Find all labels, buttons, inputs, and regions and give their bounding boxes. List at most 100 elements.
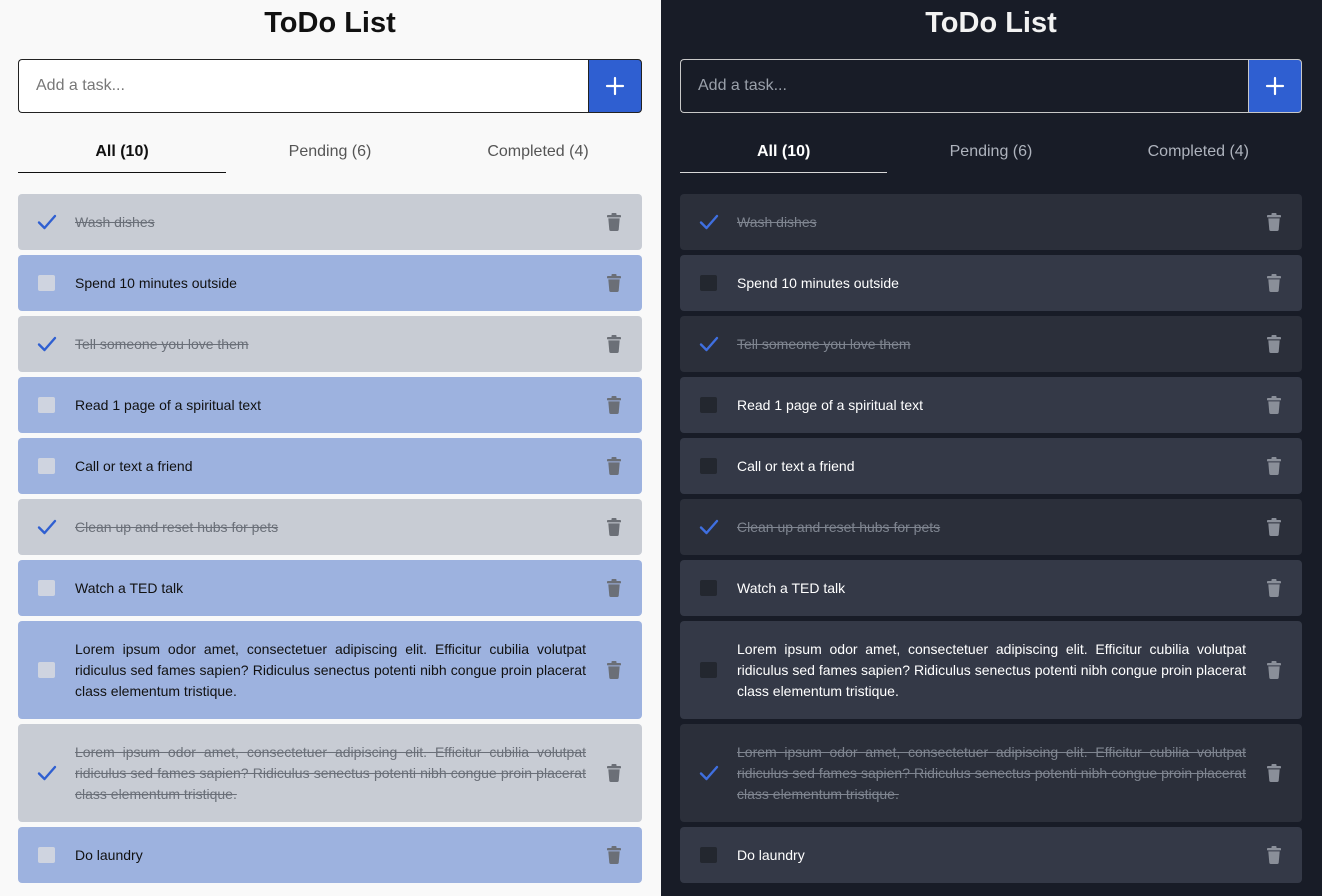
filter-tabs: All (10) Pending (6) Completed (4) [18, 135, 642, 173]
trash-icon [1267, 661, 1281, 679]
task-checkbox[interactable] [18, 662, 75, 678]
task-item[interactable]: Read 1 page of a spiritual text [18, 377, 642, 433]
task-text: Spend 10 minutes outside [737, 274, 899, 291]
task-checkbox[interactable] [680, 336, 737, 352]
task-item[interactable]: Lorem ipsum odor amet, consectetuer adip… [680, 724, 1302, 822]
task-item[interactable]: Tell someone you love them [18, 316, 642, 372]
task-text: Do laundry [737, 846, 805, 863]
task-item[interactable]: Do laundry [18, 827, 642, 883]
task-checkbox[interactable] [18, 519, 75, 535]
task-text: Read 1 page of a spiritual text [75, 396, 262, 413]
task-text: Watch a TED talk [75, 579, 184, 596]
task-checkbox[interactable] [680, 275, 737, 291]
delete-task-button[interactable] [586, 764, 642, 782]
task-checkbox[interactable] [680, 765, 737, 781]
task-item[interactable]: Call or text a friend [18, 438, 642, 494]
delete-task-button[interactable] [586, 274, 642, 292]
task-item[interactable]: Clean up and reset hubs for pets [18, 499, 642, 555]
task-text: Clean up and reset hubs for pets [737, 518, 941, 535]
task-checkbox[interactable] [18, 275, 75, 291]
task-checkbox[interactable] [18, 214, 75, 230]
delete-task-button[interactable] [1246, 661, 1302, 679]
trash-icon [1267, 518, 1281, 536]
delete-task-button[interactable] [586, 457, 642, 475]
task-checkbox[interactable] [680, 397, 737, 413]
delete-task-button[interactable] [1246, 335, 1302, 353]
add-task-row: Add a task... [18, 59, 642, 113]
delete-task-button[interactable] [1246, 764, 1302, 782]
task-item[interactable]: Lorem ipsum odor amet, consectetuer adip… [680, 621, 1302, 719]
delete-task-button[interactable] [1246, 457, 1302, 475]
empty-checkbox [700, 397, 717, 413]
page-title: ToDo List [264, 7, 396, 39]
add-task-button[interactable] [588, 59, 642, 113]
task-checkbox[interactable] [680, 519, 737, 535]
task-item[interactable]: Lorem ipsum odor amet, consectetuer adip… [18, 724, 642, 822]
task-checkbox[interactable] [18, 765, 75, 781]
empty-checkbox [700, 458, 717, 474]
task-item[interactable]: Spend 10 minutes outside [18, 255, 642, 311]
task-checkbox[interactable] [18, 397, 75, 413]
page-title: ToDo List [925, 7, 1057, 39]
task-item[interactable]: Clean up and reset hubs for pets [680, 499, 1302, 555]
task-checkbox[interactable] [680, 662, 737, 678]
task-item[interactable]: Watch a TED talk [18, 560, 642, 616]
delete-task-button[interactable] [1246, 518, 1302, 536]
task-item[interactable]: Spend 10 minutes outside [680, 255, 1302, 311]
tab-pending[interactable]: Pending (6) [887, 135, 1094, 173]
task-text: Lorem ipsum odor amet, consectetuer adip… [737, 743, 1246, 802]
dark-theme-panel: ToDo List Add a task... All (10) Pending… [661, 0, 1322, 896]
delete-task-button[interactable] [586, 518, 642, 536]
task-checkbox[interactable] [680, 214, 737, 230]
task-item[interactable]: Wash dishes [680, 194, 1302, 250]
delete-task-button[interactable] [1246, 213, 1302, 231]
task-checkbox[interactable] [680, 847, 737, 863]
tab-completed[interactable]: Completed (4) [1095, 135, 1302, 173]
task-item[interactable]: Read 1 page of a spiritual text [680, 377, 1302, 433]
trash-icon [607, 213, 621, 231]
trash-icon [607, 396, 621, 414]
light-theme-panel: ToDo List Add a task... All (10) Pending… [0, 0, 661, 896]
add-task-button[interactable] [1248, 59, 1302, 113]
filter-tabs: All (10) Pending (6) Completed (4) [680, 135, 1302, 173]
delete-task-button[interactable] [1246, 579, 1302, 597]
tab-pending[interactable]: Pending (6) [226, 135, 434, 173]
tab-all[interactable]: All (10) [680, 135, 888, 173]
task-text: Call or text a friend [737, 457, 855, 474]
delete-task-button[interactable] [586, 846, 642, 864]
delete-task-button[interactable] [586, 335, 642, 353]
delete-task-button[interactable] [586, 213, 642, 231]
trash-icon [1267, 457, 1281, 475]
delete-task-button[interactable] [586, 396, 642, 414]
delete-task-button[interactable] [1246, 274, 1302, 292]
task-checkbox[interactable] [18, 847, 75, 863]
task-checkbox[interactable] [18, 580, 75, 596]
task-item[interactable]: Do laundry [680, 827, 1302, 883]
plus-icon [1265, 76, 1285, 96]
task-item[interactable]: Lorem ipsum odor amet, consectetuer adip… [18, 621, 642, 719]
task-checkbox[interactable] [680, 580, 737, 596]
task-item[interactable]: Wash dishes [18, 194, 642, 250]
delete-task-button[interactable] [1246, 846, 1302, 864]
delete-task-button[interactable] [586, 579, 642, 597]
task-item[interactable]: Tell someone you love them [680, 316, 1302, 372]
trash-icon [1267, 579, 1281, 597]
task-item[interactable]: Call or text a friend [680, 438, 1302, 494]
task-checkbox[interactable] [680, 458, 737, 474]
task-checkbox[interactable] [18, 336, 75, 352]
task-checkbox[interactable] [18, 458, 75, 474]
add-task-input[interactable]: Add a task... [18, 59, 588, 113]
checkmark-icon [37, 519, 56, 535]
tab-completed[interactable]: Completed (4) [434, 135, 642, 173]
delete-task-button[interactable] [1246, 396, 1302, 414]
delete-task-button[interactable] [586, 661, 642, 679]
task-item[interactable]: Watch a TED talk [680, 560, 1302, 616]
add-task-input[interactable]: Add a task... [680, 59, 1248, 113]
plus-icon [605, 76, 625, 96]
task-text: Tell someone you love them [75, 335, 249, 352]
task-text: Wash dishes [75, 213, 155, 230]
tab-all[interactable]: All (10) [18, 135, 226, 173]
trash-icon [1267, 396, 1281, 414]
task-text: Lorem ipsum odor amet, consectetuer adip… [737, 640, 1246, 699]
task-text: Read 1 page of a spiritual text [737, 396, 924, 413]
